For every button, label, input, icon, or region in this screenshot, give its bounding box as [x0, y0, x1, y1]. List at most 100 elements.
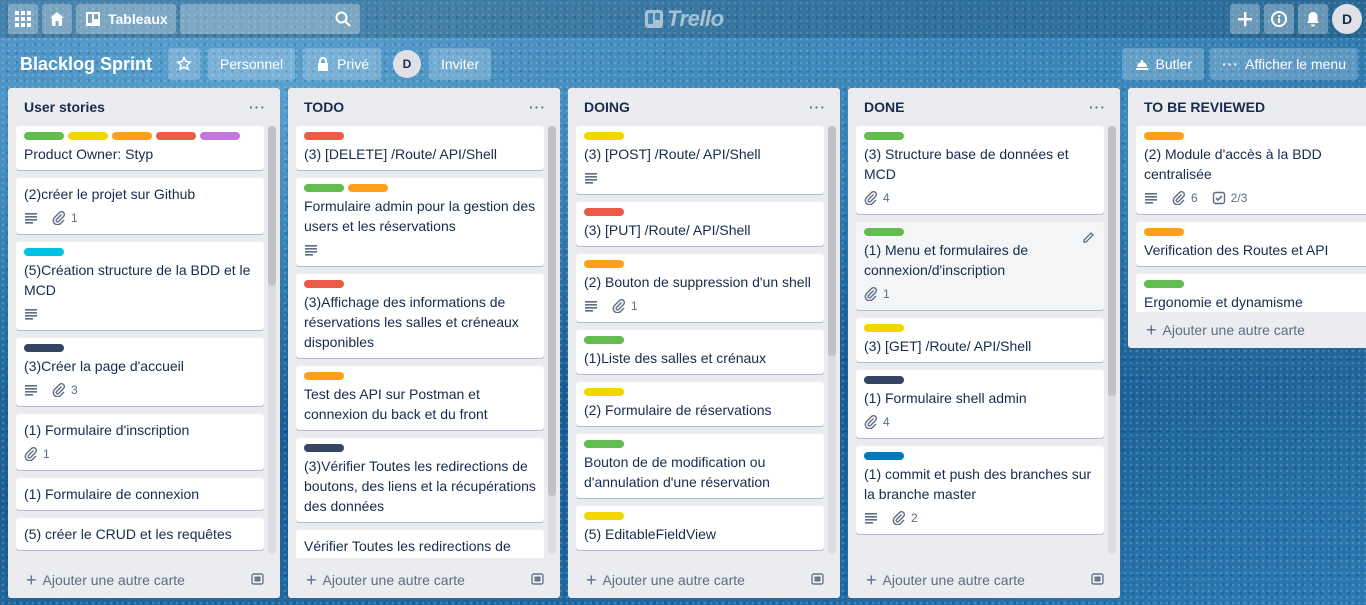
list-title[interactable]: User stories: [24, 99, 105, 115]
card[interactable]: (3) [POST] /Route/ API/Shell: [576, 126, 824, 194]
add-card-button[interactable]: + Ajouter une autre carte: [1146, 321, 1305, 339]
list-menu-icon[interactable]: ···: [1089, 99, 1106, 115]
show-menu-button[interactable]: ··· Afficher le menu: [1210, 48, 1358, 80]
scrollbar-thumb[interactable]: [828, 126, 836, 356]
label-purple[interactable]: [200, 132, 240, 140]
label-red[interactable]: [304, 132, 344, 140]
list-scrollbar[interactable]: [268, 126, 276, 554]
card[interactable]: (5)Création structure de la BDD et le MC…: [16, 242, 264, 330]
card[interactable]: (1) Formulaire shell admin 4: [856, 370, 1104, 438]
card[interactable]: (1) Menu et formulaires de connexion/d'i…: [856, 222, 1104, 310]
label-green[interactable]: [864, 228, 904, 236]
card[interactable]: (3)Affichage des informations de réserva…: [296, 274, 544, 358]
card[interactable]: (3)Vérifier Toutes les redirections de b…: [296, 438, 544, 522]
scrollbar-thumb[interactable]: [548, 126, 556, 496]
card[interactable]: Test des API sur Postman et connexion du…: [296, 366, 544, 430]
label-red[interactable]: [156, 132, 196, 140]
label-blue[interactable]: [864, 452, 904, 460]
add-card-button[interactable]: + Ajouter une autre carte: [26, 571, 185, 589]
privacy-button[interactable]: Privé: [303, 48, 381, 80]
card[interactable]: (2)créer le projet sur Github 1: [16, 178, 264, 234]
card[interactable]: Verification des Routes et API: [1136, 222, 1366, 266]
label-orange[interactable]: [584, 260, 624, 268]
card[interactable]: (5) créer le CRUD et les requêtes: [16, 518, 264, 550]
card[interactable]: (3) [DELETE] /Route/ API/Shell: [296, 126, 544, 170]
card[interactable]: (3)Créer la page d'accueil 3: [16, 338, 264, 406]
card[interactable]: (2) Formulaire de réservations: [576, 382, 824, 426]
label-red[interactable]: [584, 208, 624, 216]
add-card-button[interactable]: + Ajouter une autre carte: [866, 571, 1025, 589]
label-green[interactable]: [1144, 280, 1184, 288]
label-green[interactable]: [584, 336, 624, 344]
boards-button[interactable]: Tableaux: [76, 4, 176, 34]
label-yellow[interactable]: [584, 388, 624, 396]
notifications-button[interactable]: [1298, 4, 1328, 34]
label-orange[interactable]: [112, 132, 152, 140]
list-title[interactable]: DOING: [584, 99, 630, 115]
label-yellow[interactable]: [864, 324, 904, 332]
card[interactable]: (3) [PUT] /Route/ API/Shell: [576, 202, 824, 246]
label-black[interactable]: [304, 444, 344, 452]
card[interactable]: (5) EditableFieldView: [576, 506, 824, 550]
label-green[interactable]: [864, 132, 904, 140]
label-green[interactable]: [304, 184, 344, 192]
label-orange[interactable]: [304, 372, 344, 380]
add-card-button[interactable]: + Ajouter une autre carte: [586, 571, 745, 589]
list-scrollbar[interactable]: [1108, 126, 1116, 554]
card[interactable]: (1)Liste des salles et crénaux: [576, 330, 824, 374]
butler-button[interactable]: Butler: [1121, 48, 1205, 80]
member-avatar[interactable]: D: [392, 50, 421, 78]
trello-logo[interactable]: Trello: [645, 6, 724, 32]
card[interactable]: (1) commit et push des branches sur la b…: [856, 446, 1104, 534]
card-template-icon[interactable]: [250, 571, 266, 590]
search-input[interactable]: [179, 4, 360, 34]
card[interactable]: Product Owner: Styp: [16, 126, 264, 170]
label-black[interactable]: [864, 376, 904, 384]
card-template-icon[interactable]: [1090, 571, 1106, 590]
card[interactable]: (1) Formulaire d'inscription 1: [16, 414, 264, 470]
list-menu-icon[interactable]: ···: [529, 99, 546, 115]
label-yellow[interactable]: [584, 132, 624, 140]
list-title[interactable]: TO BE REVIEWED: [1144, 99, 1265, 115]
user-avatar[interactable]: D: [1332, 4, 1362, 34]
scrollbar-thumb[interactable]: [1108, 126, 1116, 396]
scrollbar-thumb[interactable]: [268, 126, 276, 286]
card-template-icon[interactable]: [530, 571, 546, 590]
card-template-icon[interactable]: [810, 571, 826, 590]
add-card-button[interactable]: + Ajouter une autre carte: [306, 571, 465, 589]
label-yellow[interactable]: [68, 132, 108, 140]
list-scrollbar[interactable]: [548, 126, 556, 554]
label-yellow[interactable]: [584, 512, 624, 520]
list-scrollbar[interactable]: [828, 126, 836, 554]
list-menu-icon[interactable]: ···: [249, 99, 266, 115]
card[interactable]: Ergonomie et dynamisme: [1136, 274, 1366, 312]
card[interactable]: Vérifier Toutes les redirections de: [296, 530, 544, 558]
card[interactable]: (2) Bouton de suppression d'un shell 1: [576, 254, 824, 322]
label-red[interactable]: [304, 280, 344, 288]
star-button[interactable]: [168, 48, 201, 80]
card[interactable]: Bouton de de modification ou d'annulatio…: [576, 434, 824, 498]
label-orange[interactable]: [1144, 132, 1184, 140]
create-button[interactable]: [1230, 4, 1260, 34]
label-orange[interactable]: [1144, 228, 1184, 236]
card[interactable]: (1) Formulaire de connexion: [16, 478, 264, 510]
list-title[interactable]: TODO: [304, 99, 344, 115]
invite-button[interactable]: Inviter: [428, 48, 492, 80]
card[interactable]: (3) [GET] /Route/ API/Shell: [856, 318, 1104, 362]
card[interactable]: Formulaire admin pour la gestion des use…: [296, 178, 544, 266]
label-green[interactable]: [584, 440, 624, 448]
label-orange[interactable]: [348, 184, 388, 192]
label-green[interactable]: [24, 132, 64, 140]
home-button[interactable]: [42, 4, 72, 34]
list-menu-icon[interactable]: ···: [809, 99, 826, 115]
list-title[interactable]: DONE: [864, 99, 904, 115]
label-black[interactable]: [24, 344, 64, 352]
apps-button[interactable]: [8, 4, 38, 34]
label-sky[interactable]: [24, 248, 64, 256]
team-visibility-button[interactable]: Personnel: [208, 48, 296, 80]
card[interactable]: (3) Structure base de données et MCD 4: [856, 126, 1104, 214]
card[interactable]: (2) Module d'accès à la BDD centralisée 6…: [1136, 126, 1366, 214]
info-button[interactable]: [1264, 4, 1294, 34]
edit-pencil-icon[interactable]: [1082, 230, 1096, 244]
board-title[interactable]: Blacklog Sprint: [12, 54, 160, 75]
